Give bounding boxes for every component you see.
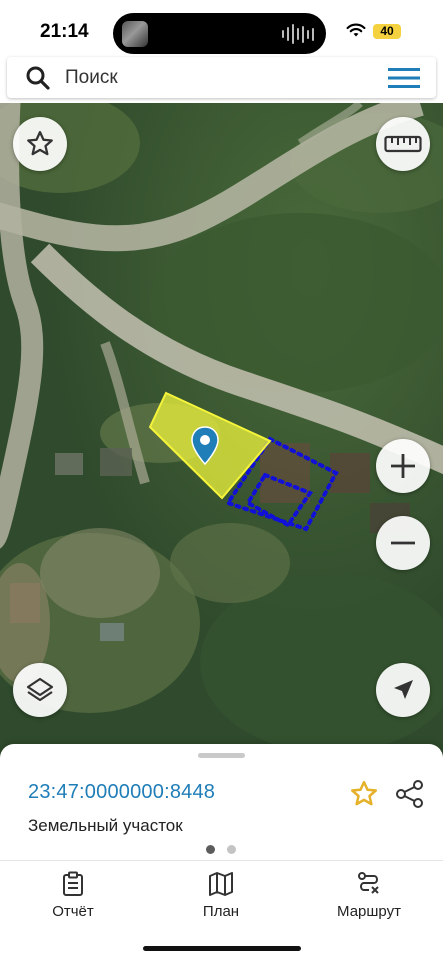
route-icon (358, 872, 379, 894)
page-indicator (206, 845, 236, 854)
share-icon[interactable] (395, 779, 425, 814)
zoom-in-icon[interactable] (376, 439, 430, 493)
nav-report-label: Отчёт (52, 903, 94, 920)
dynamic-island[interactable] (113, 13, 326, 54)
map-plan-icon (209, 872, 233, 896)
ruler-icon[interactable] (376, 117, 430, 171)
bottom-navigation: Отчёт План Маршрут (0, 860, 443, 960)
page-dot[interactable] (227, 845, 236, 854)
satellite-map[interactable] (0, 103, 443, 763)
nav-route-label: Маршрут (337, 903, 401, 920)
layers-icon[interactable] (13, 663, 67, 717)
parcel-type: Земельный участок (28, 816, 183, 835)
status-time: 21:14 (40, 21, 89, 42)
satellite-imagery (0, 103, 443, 763)
home-indicator[interactable] (143, 946, 301, 951)
nav-report[interactable]: Отчёт (18, 871, 128, 920)
now-playing-artwork (122, 21, 148, 47)
audio-wave-icon (282, 24, 314, 44)
location-pin-icon[interactable] (191, 426, 219, 466)
nav-plan-label: План (202, 903, 240, 920)
page-dot-active (206, 845, 215, 854)
parcel-info-sheet[interactable]: 23:47:0000000:8448 Земельный участок (0, 744, 443, 860)
cadastral-number[interactable]: 23:47:0000000:8448 (28, 781, 215, 804)
search-icon[interactable] (25, 65, 51, 96)
status-bar: 21:14 40 (0, 0, 443, 58)
favorite-star-icon[interactable] (13, 117, 67, 171)
nav-plan[interactable]: План (166, 871, 276, 920)
battery-indicator: 40 (373, 24, 401, 39)
search-input[interactable] (65, 57, 365, 98)
zoom-out-icon[interactable] (376, 516, 430, 570)
wifi-icon (346, 23, 366, 43)
sheet-grabber[interactable] (198, 753, 245, 758)
hamburger-menu-icon[interactable] (388, 67, 420, 94)
favorite-star-icon[interactable] (349, 779, 379, 814)
report-icon (63, 871, 83, 896)
search-bar (7, 57, 436, 98)
nav-route[interactable]: Маршрут (314, 871, 424, 920)
location-arrow-icon[interactable] (376, 663, 430, 717)
